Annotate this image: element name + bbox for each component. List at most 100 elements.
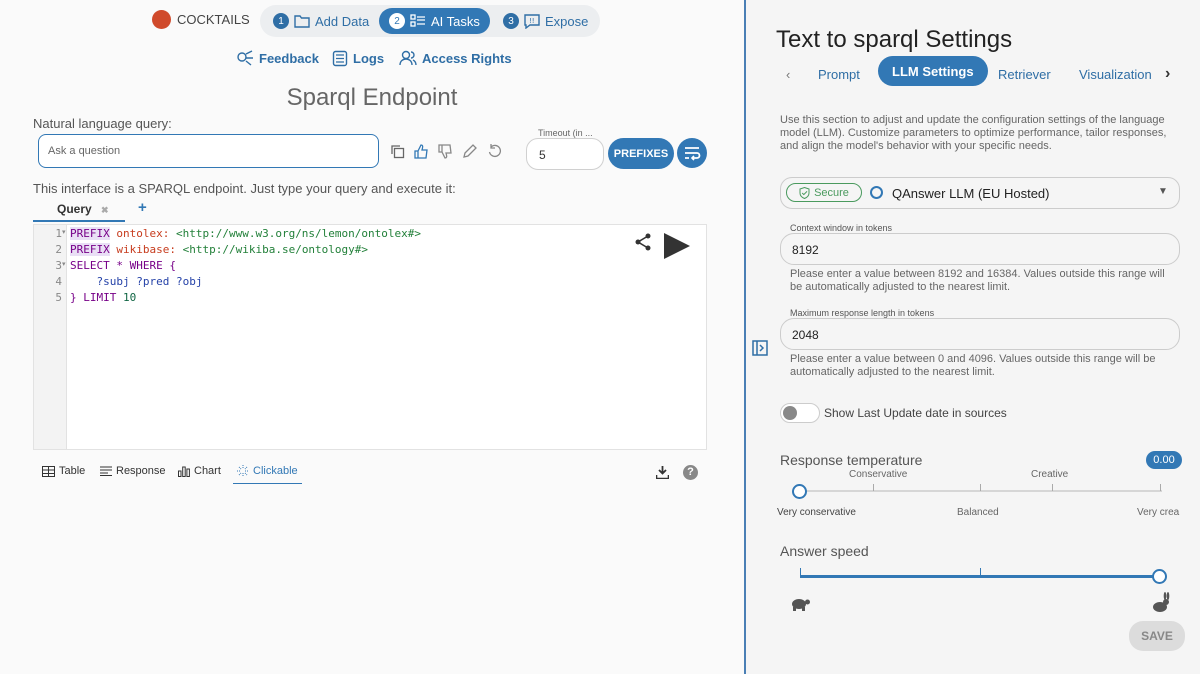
line-number: 5 (55, 291, 62, 304)
wrap-text-button[interactable] (677, 138, 707, 168)
temperature-mark-very-creative: Very crea (1137, 507, 1180, 518)
add-tab-button[interactable]: + (138, 199, 147, 216)
run-query-icon[interactable] (662, 231, 692, 261)
chart-icon (178, 466, 190, 477)
result-tab-clickable[interactable]: Clickable (233, 465, 302, 484)
limit-clause: } LIMIT (70, 291, 123, 304)
logs-label: Logs (353, 51, 385, 66)
line-number: 3 (55, 259, 62, 272)
settings-title: Text to sparql Settings (776, 26, 1013, 53)
result-tab-response[interactable]: Response (100, 465, 166, 477)
speed-slider-thumb[interactable] (1152, 569, 1167, 584)
step-label: Add Data (315, 13, 370, 29)
answer-speed-label: Answer speed (780, 543, 869, 559)
step-label: AI Tasks (431, 13, 480, 29)
show-last-update-toggle[interactable] (780, 403, 820, 423)
max-response-input[interactable]: 2048 (780, 318, 1180, 350)
chevron-down-icon[interactable]: ▼ (1158, 186, 1168, 197)
tab-query[interactable]: Query ✖ (33, 200, 125, 222)
tabs-prev-icon[interactable]: ‹ (786, 62, 790, 86)
brand-name: COCKTAILS (177, 12, 250, 27)
fold-icon[interactable]: ▾ (62, 260, 66, 268)
timeout-label: Timeout (in ... (538, 128, 593, 138)
tab-llm-settings[interactable]: LLM Settings (878, 56, 988, 86)
tab-retriever[interactable]: Retriever (998, 62, 1051, 86)
message-icon: !! (524, 13, 540, 29)
users-icon (399, 50, 417, 66)
code-line-1: PREFIX ontolex: <http://www.w3.org/ns/le… (70, 227, 421, 243)
keyword: PREFIX (70, 227, 110, 240)
tab-prompt[interactable]: Prompt (818, 62, 860, 86)
text-icon (100, 466, 112, 476)
uri: <http://wikiba.se/ontology#> (175, 243, 369, 256)
step-number: 1 (273, 13, 289, 29)
save-button[interactable]: SAVE (1129, 621, 1185, 651)
timeout-input[interactable]: 5 (526, 138, 604, 170)
endpoint-intro: This interface is a SPARQL endpoint. Jus… (33, 181, 456, 196)
line-number: 1 (55, 227, 62, 240)
undo-icon[interactable] (487, 144, 502, 159)
folder-icon (294, 15, 310, 28)
context-window-input[interactable]: 8192 (780, 233, 1180, 265)
tabs-next-icon[interactable]: › (1165, 62, 1170, 86)
result-tab-chart[interactable]: Chart (178, 465, 221, 477)
help-icon[interactable]: ? (683, 465, 698, 480)
model-name: QAnswer LLM (EU Hosted) (892, 186, 1050, 201)
show-last-update-label: Show Last Update date in sources (824, 406, 1007, 420)
line-number: 2 (55, 243, 62, 256)
temperature-mark-creative: Creative (1031, 469, 1069, 480)
sparkle-icon (237, 465, 249, 477)
code-line-4: ?subj ?pred ?obj (70, 275, 203, 288)
model-status-icon (870, 186, 883, 199)
prefixes-button[interactable]: PREFIXES (608, 138, 674, 169)
context-window-help: Please enter a value between 8192 and 16… (790, 268, 1165, 293)
slider-tick (1052, 484, 1053, 491)
log-icon (332, 50, 348, 67)
code-line-5: } LIMIT 10 (70, 291, 136, 307)
result-tab-label: Clickable (253, 465, 298, 477)
temperature-value: 0.00 (1146, 451, 1182, 469)
download-icon[interactable] (656, 466, 669, 479)
collapse-panel-icon[interactable] (752, 340, 768, 356)
temperature-slider-thumb[interactable] (792, 484, 807, 499)
result-tab-table[interactable]: Table (42, 465, 85, 477)
step-ai-tasks[interactable]: 2 AI Tasks (379, 8, 490, 34)
brand[interactable]: COCKTAILS (152, 10, 250, 29)
query-editor[interactable]: 1 2 3 4 5 ▾ ▾ PREFIX ontolex: <http://ww… (33, 224, 707, 450)
share-icon[interactable] (634, 233, 652, 251)
close-tab-icon[interactable]: ✖ (101, 205, 109, 215)
result-tab-label: Response (116, 465, 166, 477)
keyword: PREFIX (70, 243, 110, 256)
slider-tick (980, 568, 981, 575)
question-input[interactable]: Ask a question (38, 134, 379, 168)
result-tab-label: Table (59, 465, 86, 477)
svg-text:!!: !! (529, 17, 535, 25)
step-number: 2 (389, 13, 405, 29)
step-add-data[interactable]: 1 Add Data (273, 8, 369, 34)
thumbs-up-icon[interactable] (414, 144, 429, 159)
step-number: 3 (503, 13, 519, 29)
logs-link[interactable]: Logs (332, 50, 384, 67)
code-line-3: SELECT * WHERE { (70, 259, 176, 272)
feedback-link[interactable]: Feedback (236, 50, 319, 66)
slider-tick (1160, 484, 1161, 491)
temperature-mark-conservative: Conservative (849, 469, 908, 480)
edit-icon[interactable] (462, 144, 477, 159)
temperature-track (800, 490, 1162, 492)
max-response-label: Maximum response length in tokens (790, 308, 935, 318)
prefix-name: wikibase: (109, 243, 176, 256)
page-title: Sparql Endpoint (286, 84, 458, 111)
max-response-help: Please enter a value between 0 and 4096.… (790, 353, 1156, 378)
copy-icon[interactable] (390, 144, 405, 159)
line-number: 4 (55, 275, 62, 288)
temperature-label: Response temperature (780, 452, 923, 468)
toggle-knob (783, 406, 797, 420)
access-rights-link[interactable]: Access Rights (399, 50, 512, 66)
step-expose[interactable]: 3 !! Expose (503, 8, 588, 34)
thumbs-down-icon[interactable] (438, 144, 453, 159)
brand-logo (152, 10, 171, 29)
turtle-icon (792, 599, 810, 611)
tab-visualization[interactable]: Visualization (1079, 62, 1152, 86)
fold-icon[interactable]: ▾ (62, 228, 66, 236)
slider-tick (800, 568, 801, 575)
